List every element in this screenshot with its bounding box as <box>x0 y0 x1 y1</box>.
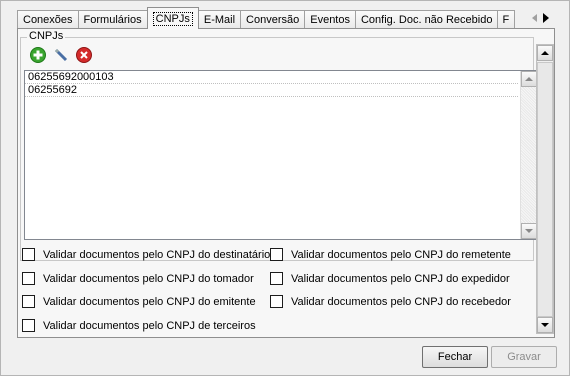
save-button[interactable]: Gravar <box>491 346 557 368</box>
scroll-down-button[interactable] <box>521 223 537 239</box>
edit-button[interactable] <box>52 46 70 64</box>
scroll-thumb[interactable] <box>537 62 553 317</box>
tab-scroll-right-icon[interactable] <box>542 12 549 23</box>
tab-conversao[interactable]: Conversão <box>240 10 306 29</box>
list-item[interactable]: 06255692000103 <box>25 71 518 84</box>
list-toolbar <box>29 46 93 64</box>
scroll-up-button[interactable] <box>521 71 537 87</box>
checkbox-tomador[interactable]: Validar documentos pelo CNPJ do tomador <box>22 272 254 285</box>
scroll-down-button[interactable] <box>537 317 553 333</box>
checkbox[interactable] <box>22 319 35 332</box>
list-item[interactable]: 06255692 <box>25 84 518 97</box>
checkbox[interactable] <box>22 248 35 261</box>
chevron-up-icon <box>541 51 549 55</box>
panel-scrollbar[interactable] <box>536 44 554 334</box>
checkbox-label: Validar documentos pelo CNPJ do emitente <box>43 295 256 308</box>
chevron-up-icon <box>525 77 533 81</box>
add-icon <box>30 47 46 63</box>
checkbox-recebedor[interactable]: Validar documentos pelo CNPJ do recebedo… <box>270 295 511 308</box>
checkbox-destinatario[interactable]: Validar documentos pelo CNPJ do destinat… <box>22 248 270 261</box>
checkbox-expedidor[interactable]: Validar documentos pelo CNPJ do expedido… <box>270 272 510 285</box>
tab-conexoes[interactable]: Conexões <box>17 10 79 29</box>
tab-email[interactable]: E-Mail <box>197 10 242 29</box>
tab-label: Formulários <box>83 14 142 26</box>
add-button[interactable] <box>29 46 47 64</box>
chevron-down-icon <box>525 229 533 233</box>
chevron-down-icon <box>541 323 549 327</box>
checkbox-emitente[interactable]: Validar documentos pelo CNPJ do emitente <box>22 295 256 308</box>
tab-label: E-Mail <box>203 14 236 26</box>
tab-label: Conexões <box>23 14 73 26</box>
cnpj-list[interactable]: 06255692000103 06255692 <box>24 70 538 240</box>
list-scrollbar[interactable] <box>520 71 537 239</box>
checkbox[interactable] <box>270 272 283 285</box>
delete-button[interactable] <box>75 46 93 64</box>
tab-strip: Conexões Formulários CNPJs E-Mail Conver… <box>17 7 555 29</box>
tab-label: Conversão <box>246 14 300 26</box>
tab-formularios[interactable]: Formulários <box>77 10 148 29</box>
close-button[interactable]: Fechar <box>422 346 488 368</box>
groupbox-label: CNPJs <box>27 30 66 42</box>
tab-scroll-left-icon[interactable] <box>531 13 537 22</box>
cnpjs-groupbox: CNPJs 06255692000103 06255692 <box>20 30 538 261</box>
scroll-up-button[interactable] <box>537 45 553 61</box>
settings-window: Conexões Formulários CNPJs E-Mail Conver… <box>0 0 570 376</box>
tab-config-doc-nao-recebido[interactable]: Config. Doc. não Recebido <box>354 10 499 29</box>
delete-icon <box>76 47 92 63</box>
checkbox[interactable] <box>22 295 35 308</box>
tab-eventos[interactable]: Eventos <box>304 10 356 29</box>
tab-truncated[interactable]: F <box>497 10 516 29</box>
tab-panel-cnpjs: CNPJs 06255692000103 06255692 Validar do… <box>17 28 555 338</box>
checkbox-remetente[interactable]: Validar documentos pelo CNPJ do remetent… <box>270 248 511 261</box>
tab-label: F <box>502 14 510 26</box>
checkbox[interactable] <box>270 248 283 261</box>
checkbox-label: Validar documentos pelo CNPJ de terceiro… <box>43 319 256 332</box>
checkbox-label: Validar documentos pelo CNPJ do remetent… <box>291 248 511 261</box>
checkbox-label: Validar documentos pelo CNPJ do recebedo… <box>291 295 511 308</box>
edit-icon <box>54 48 68 62</box>
tab-scroll-arrows <box>525 7 555 28</box>
tab-label: Config. Doc. não Recebido <box>360 14 493 26</box>
checkbox-label: Validar documentos pelo CNPJ do tomador <box>43 272 254 285</box>
checkbox-terceiros[interactable]: Validar documentos pelo CNPJ de terceiro… <box>22 319 256 332</box>
checkbox[interactable] <box>270 295 283 308</box>
checkbox-label: Validar documentos pelo CNPJ do expedido… <box>291 272 510 285</box>
checkbox-label: Validar documentos pelo CNPJ do destinat… <box>43 248 271 261</box>
tab-label: Eventos <box>310 14 350 26</box>
checkbox[interactable] <box>22 272 35 285</box>
tab-label: CNPJs <box>152 11 193 26</box>
tab-cnpjs[interactable]: CNPJs <box>146 7 199 29</box>
